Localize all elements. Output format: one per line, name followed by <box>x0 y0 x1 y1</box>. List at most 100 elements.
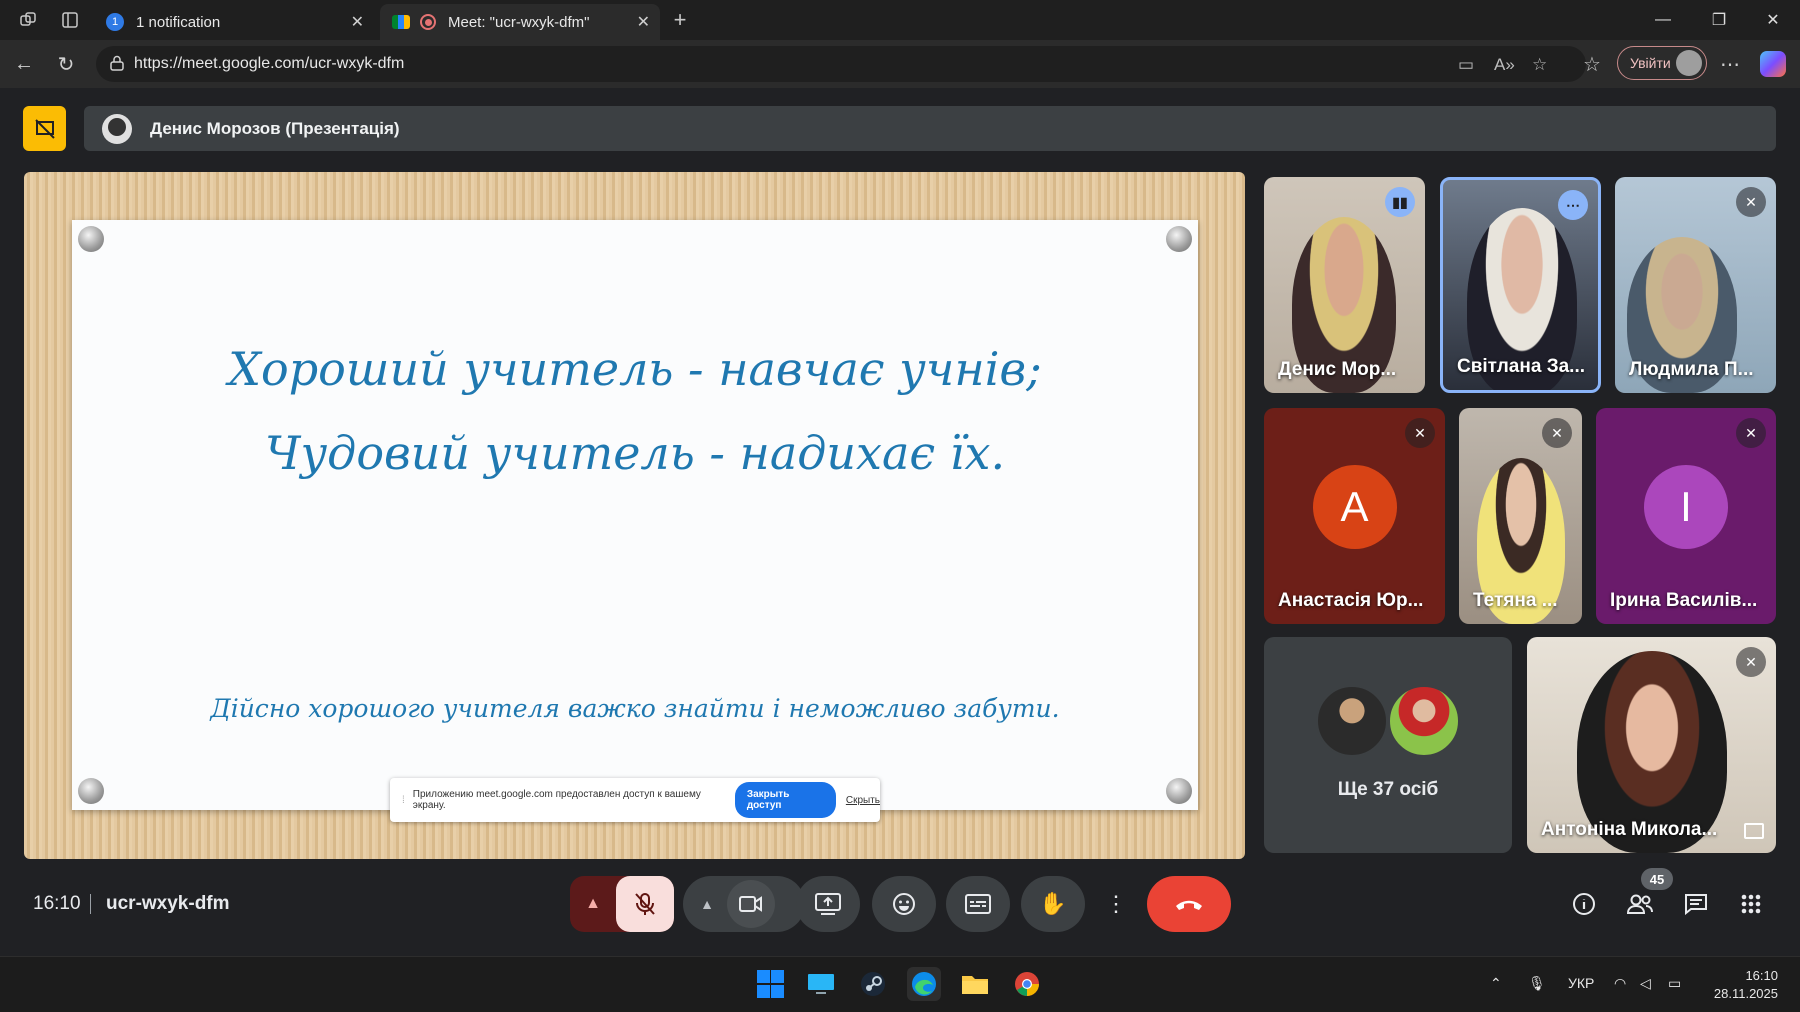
more-options-icon[interactable]: ⋮ <box>1096 876 1136 932</box>
mic-off-icon: ✕ <box>1405 418 1435 448</box>
sign-in-button[interactable]: Увійти <box>1617 46 1707 80</box>
participant-tile[interactable]: ✕ Людмила П... <box>1615 177 1776 393</box>
video-options-caret-icon[interactable]: ▲ <box>683 876 731 932</box>
refresh-icon[interactable]: ↻ <box>52 50 80 78</box>
chrome-icon[interactable] <box>1010 967 1044 1001</box>
read-aloud-icon[interactable]: A» <box>1494 55 1515 75</box>
presenter-label: Денис Морозов (Презентація) <box>150 118 400 138</box>
chat-icon[interactable] <box>1676 884 1716 924</box>
system-clock[interactable]: 16:10 28.11.2025 <box>1714 967 1778 1003</box>
quote-line-2: Чудовий учитель - надихає їх. <box>264 426 1006 480</box>
more-participants-tile[interactable]: Ще 37 осіб <box>1264 637 1512 853</box>
presenter-bar: Денис Морозов (Презентація) <box>84 106 1776 151</box>
participant-name: Ірина Василів... <box>1610 590 1758 611</box>
mic-off-icon: ✕ <box>1736 187 1766 217</box>
camera-control: ▲ <box>683 876 805 932</box>
shared-screen: Хороший учитель - навчає учнів; Чудовий … <box>24 172 1245 859</box>
meeting-details-icon[interactable] <box>1564 884 1604 924</box>
clock-time: 16:10 <box>1745 968 1778 983</box>
notification-badge-icon: 1 <box>106 13 124 31</box>
meeting-time: 16:10 <box>33 893 81 914</box>
reactions-button[interactable] <box>872 876 936 932</box>
language-indicator[interactable]: УКР <box>1568 975 1594 991</box>
raise-hand-button[interactable]: ✋ <box>1021 876 1085 932</box>
show-hidden-icons-icon[interactable]: ⌃ <box>1490 975 1502 992</box>
participant-tile[interactable]: ✕ Антоніна Микола... <box>1527 637 1776 853</box>
start-icon[interactable] <box>753 967 787 1001</box>
tab-notification[interactable]: 1 1 notification ✕ <box>94 4 374 40</box>
presentation-icon[interactable] <box>23 106 66 151</box>
leave-call-button[interactable] <box>1147 876 1231 932</box>
back-icon[interactable]: ← <box>10 50 38 78</box>
participant-tile[interactable]: ⋯ Світлана За... <box>1440 177 1601 393</box>
speaking-indicator-icon: ▮▮ <box>1385 187 1415 217</box>
participant-tile[interactable]: A ✕ Анастасія Юр... <box>1264 408 1445 624</box>
more-participants-label: Ще 37 осіб <box>1337 779 1439 800</box>
edge-icon[interactable] <box>907 967 941 1001</box>
mic-off-icon: ✕ <box>1736 647 1766 677</box>
url-text: https://meet.google.com/ucr-wxyk-dfm <box>134 55 405 72</box>
microphone-control: ▲ <box>570 876 674 932</box>
new-tab-icon[interactable]: + <box>668 7 692 32</box>
pin-icon <box>1166 778 1192 804</box>
participant-name: Денис Мор... <box>1278 359 1397 380</box>
drag-handle-icon[interactable]: ⁞ <box>402 795 405 806</box>
tab-meet[interactable]: Meet: "ucr-wxyk-dfm" ✕ <box>380 4 660 40</box>
avatar <box>1388 685 1460 757</box>
avatar: A <box>1312 465 1397 550</box>
microphone-off-button[interactable] <box>616 876 674 932</box>
close-tab-icon[interactable]: ✕ <box>637 12 650 32</box>
copilot-icon[interactable] <box>1760 51 1786 77</box>
workspaces-icon[interactable] <box>16 8 40 32</box>
presenter-avatar <box>102 113 132 144</box>
share-notice-text: Приложению meet.google.com предоставлен … <box>412 789 701 811</box>
file-explorer-icon[interactable] <box>958 967 992 1001</box>
minimize-icon[interactable]: — <box>1640 6 1686 34</box>
microphone-tray-icon[interactable]: 🎙 <box>1528 975 1546 992</box>
close-window-icon[interactable]: ✕ <box>1750 6 1796 34</box>
present-screen-button[interactable] <box>796 876 860 932</box>
meeting-code: ucr-wxyk-dfm <box>106 893 230 914</box>
tab-label: 1 notification <box>136 13 221 31</box>
favorites-icon[interactable]: ☆ <box>1578 50 1606 78</box>
mic-off-icon: ✕ <box>1542 418 1572 448</box>
lock-icon[interactable] <box>110 55 124 71</box>
favorite-star-icon[interactable]: ☆ <box>1532 55 1547 75</box>
participant-name: Анастасія Юр... <box>1278 590 1424 611</box>
pin-icon <box>78 778 104 804</box>
volume-icon[interactable]: ◁ <box>1640 975 1651 992</box>
people-icon[interactable] <box>1620 884 1660 924</box>
close-tab-icon[interactable]: ✕ <box>351 12 364 32</box>
battery-icon[interactable]: ▭ <box>1668 975 1681 992</box>
participant-name: Тетяна ... <box>1473 590 1558 611</box>
audio-options-caret-icon[interactable]: ▲ <box>570 876 616 932</box>
hide-link[interactable]: Скрыть <box>846 795 880 806</box>
address-bar-row: ← ↻ https://meet.google.com/ucr-wxyk-dfm… <box>0 40 1800 88</box>
participant-name: Антоніна Микола... <box>1541 819 1718 840</box>
divider <box>90 894 91 914</box>
quote-line-3: Дійсно хорошого учителя важко знайти і н… <box>210 694 1060 723</box>
sign-in-label: Увійти <box>1630 55 1671 71</box>
avatar <box>1316 685 1388 757</box>
url-field[interactable]: https://meet.google.com/ucr-wxyk-dfm ▭ A… <box>96 46 1586 82</box>
more-menu-icon[interactable]: ⋯ <box>1716 50 1744 78</box>
meet-area: Денис Морозов (Презентація) Хороший учит… <box>0 88 1800 956</box>
camera-button[interactable] <box>727 880 775 928</box>
steam-icon[interactable] <box>856 967 890 1001</box>
activities-icon[interactable] <box>1731 884 1771 924</box>
participant-name: Людмила П... <box>1629 359 1754 380</box>
captions-button[interactable] <box>946 876 1010 932</box>
wifi-icon[interactable]: ◠ <box>1614 975 1626 992</box>
picture-in-picture-icon[interactable] <box>1744 823 1764 839</box>
vertical-tabs-icon[interactable] <box>58 8 82 32</box>
participant-tile[interactable]: ✕ Тетяна ... <box>1459 408 1582 624</box>
participant-tile[interactable]: ▮▮ Денис Мор... <box>1264 177 1425 393</box>
restore-icon[interactable]: ❐ <box>1696 6 1742 34</box>
participant-tile[interactable]: I ✕ Ірина Василів... <box>1596 408 1776 624</box>
camera-permission-icon[interactable]: ▭ <box>1458 55 1474 75</box>
desktop-icon[interactable] <box>804 967 838 1001</box>
more-options-icon[interactable]: ⋯ <box>1558 190 1588 220</box>
profile-avatar-icon <box>1676 50 1702 76</box>
stop-sharing-button[interactable]: Закрыть доступ <box>734 782 836 818</box>
slide: Хороший учитель - навчає учнів; Чудовий … <box>72 220 1198 822</box>
